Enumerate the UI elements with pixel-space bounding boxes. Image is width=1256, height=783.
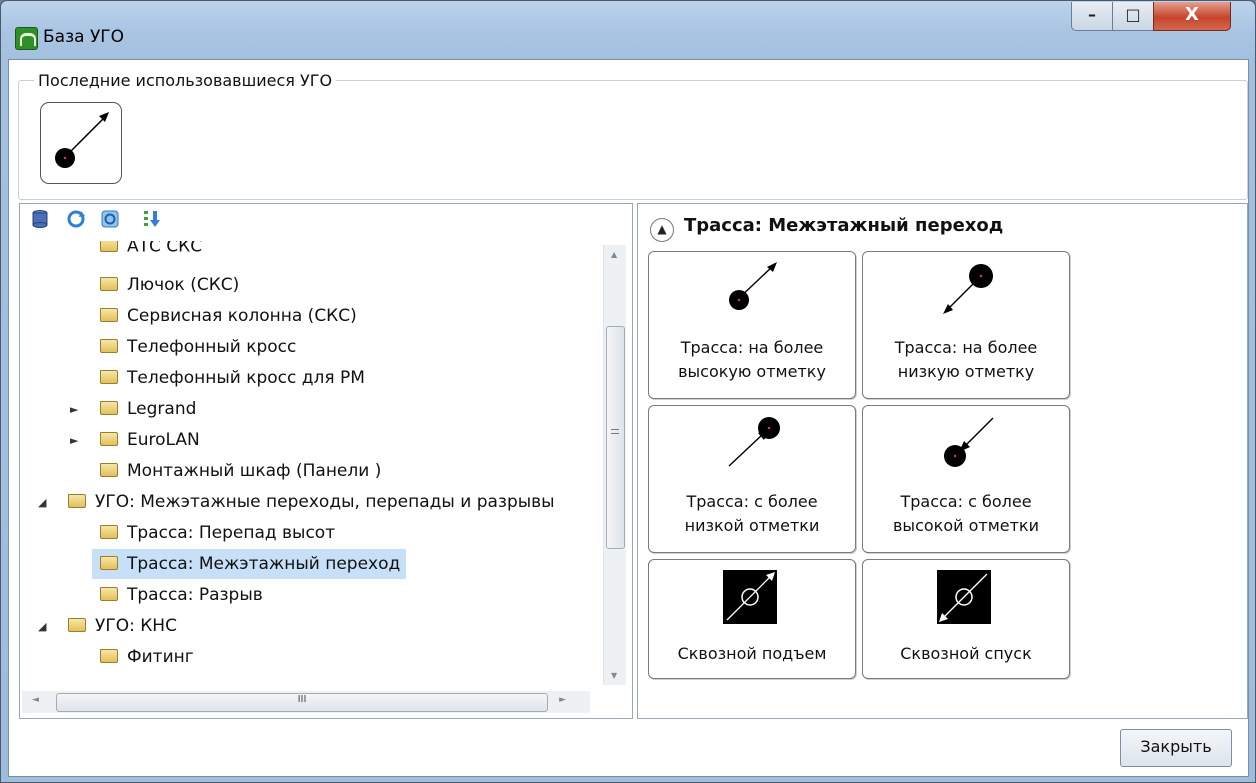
arrow-up-from-dot-icon bbox=[729, 262, 777, 310]
tile-label: низкой отметки bbox=[684, 516, 820, 535]
tree-item[interactable]: Фитинг bbox=[92, 642, 200, 672]
collapse-section-button[interactable]: ▲ bbox=[650, 218, 674, 242]
folder-icon bbox=[100, 369, 118, 384]
folder-icon bbox=[100, 241, 118, 252]
tree-item[interactable]: Трасса: Разрыв bbox=[92, 580, 269, 610]
symbol-tile[interactable]: Трасса: на более низкую отметку bbox=[862, 251, 1070, 399]
app-icon bbox=[15, 27, 38, 50]
scroll-left-arrow-icon[interactable]: ◄ bbox=[32, 695, 39, 705]
tile-label: высокой отметки bbox=[893, 516, 1039, 535]
through-down-icon bbox=[937, 570, 991, 624]
tile-label: Трасса: на более bbox=[894, 338, 1038, 357]
close-button[interactable]: Закрыть bbox=[1120, 729, 1232, 767]
expand-arrow-icon[interactable]: ► bbox=[70, 403, 78, 416]
folder-icon bbox=[100, 400, 118, 415]
recent-item[interactable] bbox=[40, 102, 122, 184]
folder-icon bbox=[100, 462, 118, 477]
tree-item-label: Сервисная колонна (СКС) bbox=[127, 306, 357, 326]
tree-item-label: Legrand bbox=[127, 399, 197, 419]
tree-item[interactable]: Монтажный шкаф (Панели ) bbox=[92, 456, 387, 486]
expand-arrow-icon[interactable]: ► bbox=[70, 434, 78, 447]
tile-label: низкую отметку bbox=[897, 362, 1035, 381]
symbol-tile[interactable]: Трасса: с более низкой отметки bbox=[648, 405, 856, 553]
scroll-down-arrow-icon[interactable]: ▼ bbox=[611, 671, 617, 680]
minimize-icon: – bbox=[1088, 5, 1096, 24]
vertical-scroll-thumb[interactable] bbox=[606, 326, 625, 549]
refresh-icon[interactable] bbox=[66, 209, 86, 229]
minimize-button[interactable]: – bbox=[1071, 2, 1113, 31]
tile-label: Трасса: на более bbox=[680, 338, 824, 357]
tree-vertical-scrollbar[interactable]: ▲ ▼ bbox=[603, 245, 626, 685]
tree-item-label: Трасса: Разрыв bbox=[127, 585, 263, 605]
arrow-down-from-dot-icon bbox=[944, 417, 994, 467]
grip-icon: III bbox=[297, 694, 307, 705]
tree-item[interactable]: АТС СКС bbox=[92, 241, 208, 255]
tree-item[interactable]: УГО: Межэтажные переходы, перепады и раз… bbox=[60, 487, 561, 517]
tile-label: Трасса: с более bbox=[686, 492, 818, 511]
tile-label: Трасса: с более bbox=[900, 492, 1032, 511]
folder-icon bbox=[100, 555, 118, 570]
symbol-tile[interactable]: Сквозной подъем bbox=[648, 559, 856, 679]
tree-item[interactable]: Сервисная колонна (СКС) bbox=[92, 301, 363, 331]
arrow-up-dot-icon bbox=[55, 112, 109, 168]
folder-icon bbox=[100, 307, 118, 322]
tree-item[interactable]: УГО: КНС bbox=[60, 611, 183, 641]
symbol-tile[interactable]: Трасса: на более высокую отметку bbox=[648, 251, 856, 399]
tree-horizontal-scrollbar[interactable]: ◄ III ► bbox=[22, 691, 590, 713]
collapse-arrow-icon[interactable]: ◢ bbox=[38, 496, 46, 509]
title-bar[interactable]: База УГО – □ X bbox=[1, 1, 1255, 61]
tree-item[interactable]: Телефонный кросс bbox=[92, 332, 302, 362]
tree-item[interactable]: EuroLAN bbox=[92, 425, 206, 455]
tile-label: высокую отметку bbox=[678, 362, 826, 381]
tree-item-label: Трасса: Перепад высот bbox=[127, 523, 336, 543]
tree-item-label: Телефонный кросс для РМ bbox=[127, 368, 365, 388]
symbol-tile[interactable]: Сквозной спуск bbox=[862, 559, 1070, 679]
close-window-button[interactable]: X bbox=[1153, 2, 1231, 31]
scroll-up-arrow-icon[interactable]: ▲ bbox=[611, 250, 617, 259]
tile-label: Сквозной подъем bbox=[677, 644, 827, 663]
tree-item[interactable]: Трасса: Перепад высот bbox=[92, 518, 341, 548]
window-title: База УГО bbox=[43, 27, 125, 47]
recent-groupbox bbox=[18, 80, 1248, 200]
tree-item[interactable]: Трасса: Межэтажный переход bbox=[92, 549, 407, 579]
folder-icon bbox=[100, 586, 118, 601]
tree-item-label: АТС СКС bbox=[127, 241, 203, 255]
grip-icon bbox=[611, 429, 619, 434]
tree-item[interactable]: Лючок (СКС) bbox=[92, 270, 245, 300]
tree-item-label: Лючок (СКС) bbox=[127, 275, 240, 295]
section-title: Трасса: Межэтажный переход bbox=[684, 215, 1004, 236]
folder-icon bbox=[68, 617, 86, 632]
folder-icon bbox=[100, 431, 118, 446]
tree-item-label: Монтажный шкаф (Панели ) bbox=[127, 461, 382, 481]
scroll-right-arrow-icon[interactable]: ► bbox=[559, 695, 566, 705]
chevron-up-icon: ▲ bbox=[657, 222, 667, 236]
arrow-down-to-dot-icon bbox=[943, 264, 993, 314]
folder-icon bbox=[100, 648, 118, 663]
maximize-button[interactable]: □ bbox=[1112, 2, 1154, 31]
folder-icon bbox=[100, 338, 118, 353]
sort-icon[interactable] bbox=[142, 209, 162, 229]
sync-icon[interactable] bbox=[100, 209, 120, 229]
tile-label: Сквозной спуск bbox=[900, 644, 1032, 663]
tree-item-label: Телефонный кросс bbox=[127, 337, 297, 357]
folder-icon bbox=[68, 493, 86, 508]
horizontal-scroll-thumb[interactable]: III bbox=[56, 693, 548, 712]
tree-item-label: УГО: Межэтажные переходы, перепады и раз… bbox=[95, 492, 555, 512]
tree-item-label: Трасса: Межэтажный переход bbox=[127, 554, 401, 574]
recent-title: Последние использовавшиеся УГО bbox=[34, 71, 337, 90]
database-icon[interactable] bbox=[30, 209, 50, 229]
symbol-tile[interactable]: Трасса: с более высокой отметки bbox=[862, 405, 1070, 553]
tree-item-label: EuroLAN bbox=[127, 430, 200, 450]
tree-item[interactable]: Legrand bbox=[92, 394, 202, 424]
tree-item[interactable]: Телефонный кросс для РМ bbox=[92, 363, 371, 393]
through-up-icon bbox=[723, 570, 777, 624]
folder-icon bbox=[100, 524, 118, 539]
maximize-icon: □ bbox=[1125, 5, 1141, 24]
tree-item-label: УГО: КНС bbox=[95, 616, 177, 636]
tree-item-label: Фитинг bbox=[127, 647, 194, 667]
collapse-arrow-icon[interactable]: ◢ bbox=[38, 620, 46, 633]
folder-icon bbox=[100, 276, 118, 291]
arrow-up-to-dot-icon bbox=[728, 417, 780, 467]
close-icon: X bbox=[1185, 4, 1199, 25]
